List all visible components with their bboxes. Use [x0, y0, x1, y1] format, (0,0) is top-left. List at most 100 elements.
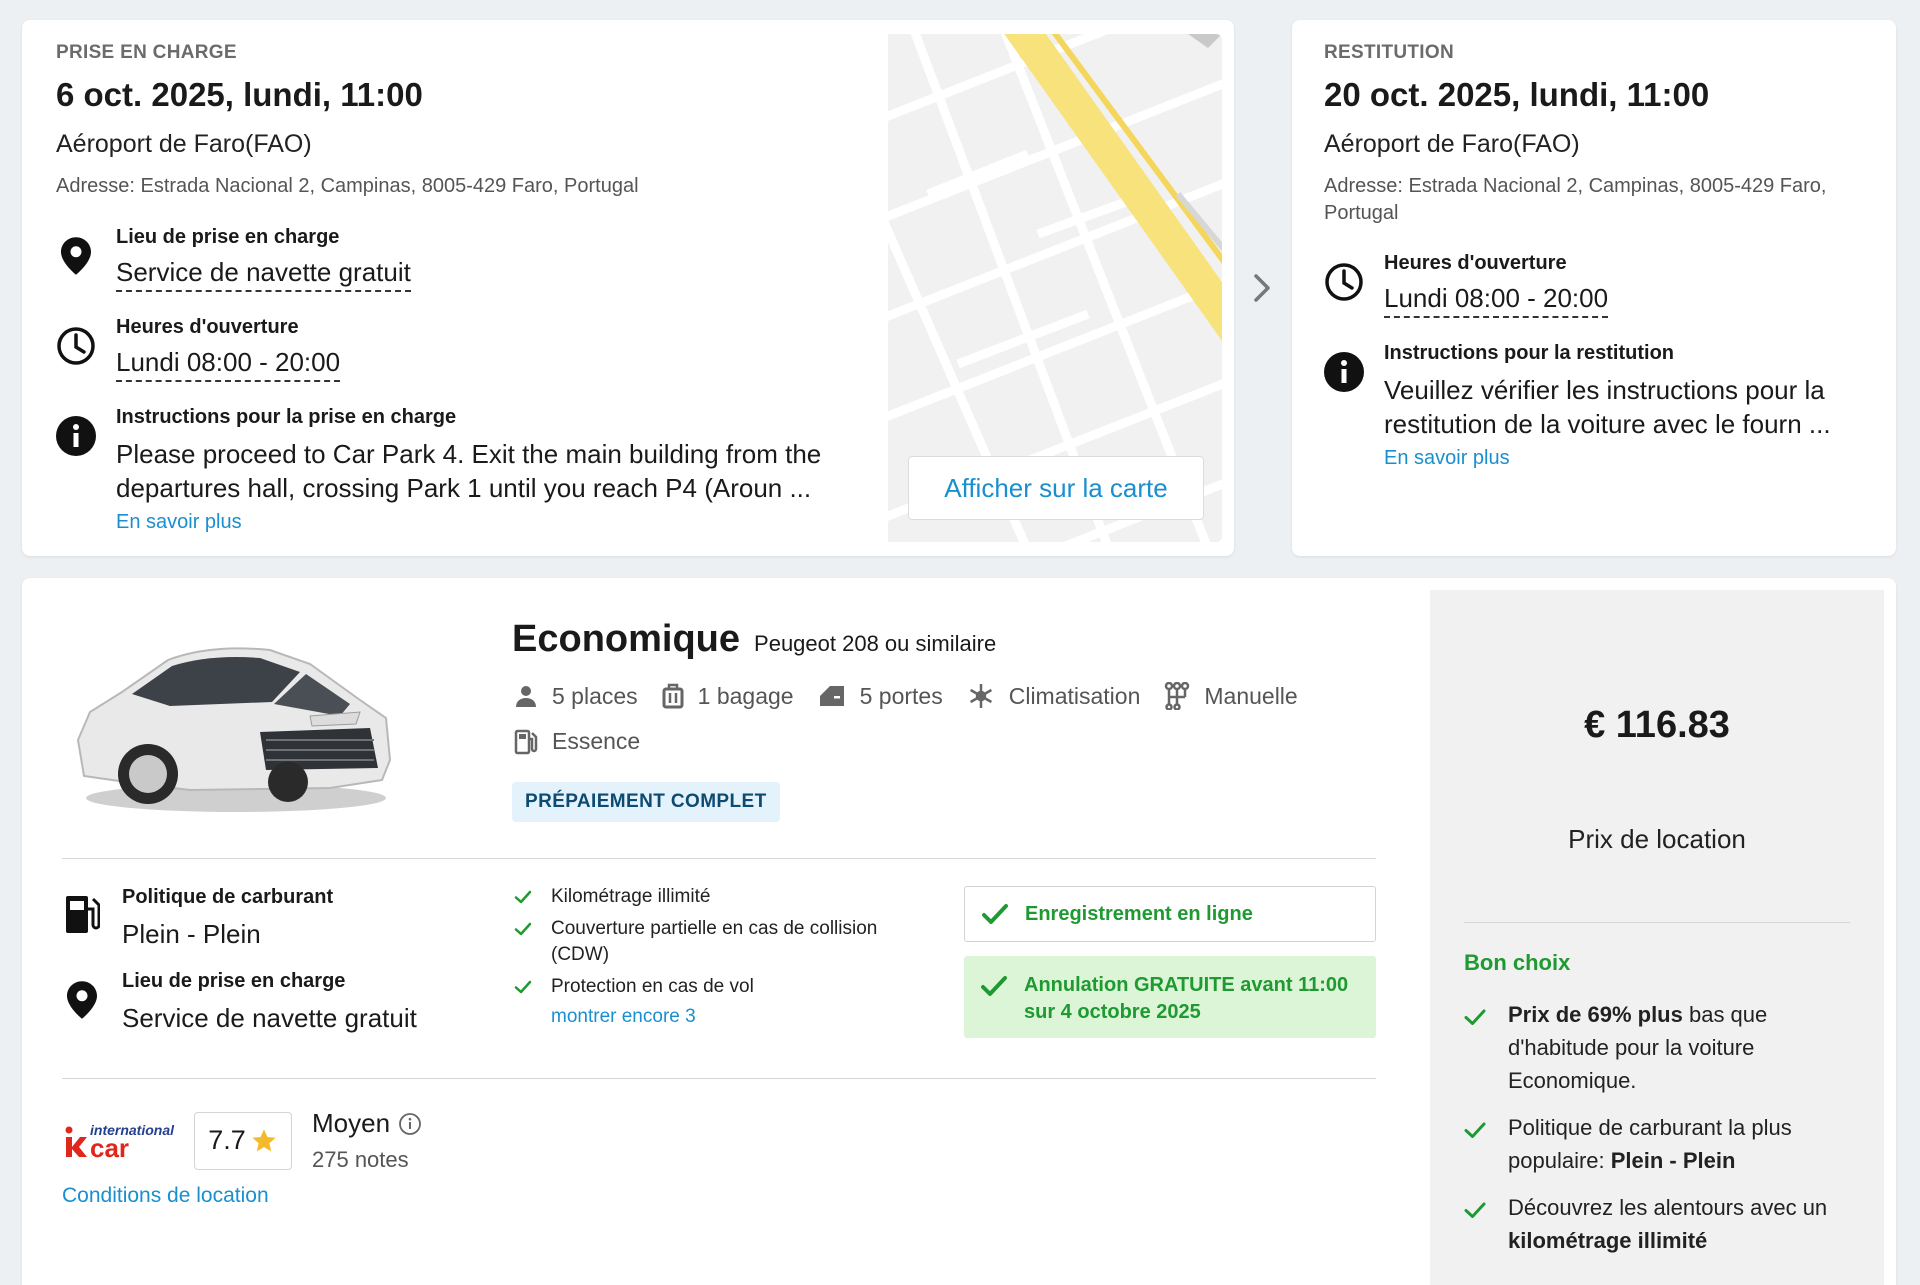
return-date: 20 oct. 2025, lundi, 11:00 [1324, 76, 1710, 113]
rating-label: Moyen [312, 1108, 391, 1138]
spec-bags: 1 bagage [662, 682, 794, 710]
pickup-instructions-line2: departures hall, crossing Park 1 until y… [116, 473, 812, 503]
bullet1-bold: Prix de 69% plus [1508, 1002, 1683, 1027]
feature-label: Kilométrage illimité [551, 886, 711, 907]
spec-doors-label: 5 portes [859, 682, 943, 709]
car-image [60, 620, 400, 820]
return-location-name: Aéroport de Faro(FAO) [1324, 130, 1580, 158]
bullet2-pre: populaire: [1508, 1148, 1611, 1173]
rating-value: 7.7 [208, 1125, 246, 1155]
pickup-card: PRISE EN CHARGE 6 oct. 2025, lundi, 11:0… [22, 20, 1234, 556]
spec-doors: 5 portes [818, 682, 943, 710]
pickup-place-row: Lieu de prise en charge Service de navet… [56, 226, 411, 292]
pickup-place-title: Lieu de prise en charge [116, 226, 340, 248]
pickup-instructions-row: Instructions pour la prise en charge Ple… [56, 406, 821, 534]
price-panel: € 116.83 Prix de location Bon choix Prix… [1430, 590, 1884, 1285]
spec-seats: 5 places [514, 682, 638, 710]
divider [1464, 922, 1850, 923]
review-count: 275 notes [312, 1147, 409, 1172]
return-more-link[interactable]: En savoir plus [1384, 447, 1831, 470]
pickup-location-name: Aéroport de Faro(FAO) [56, 130, 312, 158]
bullet3-line1: Découvrez les alentours avec un [1508, 1195, 1828, 1220]
spec-ac-label: Climatisation [1008, 682, 1141, 709]
total-price: € 116.83 [1584, 704, 1730, 746]
bullet2-line1: Politique de carburant la plus [1508, 1115, 1792, 1140]
info-icon [1324, 352, 1364, 392]
pickup-hours-title: Heures d'ouverture [116, 316, 299, 338]
check-icon [981, 976, 1007, 996]
location-pin-icon [56, 236, 96, 276]
return-instructions-row: Instructions pour la restitution Veuille… [1324, 342, 1831, 470]
good-choice-item: Découvrez les alentours avec un kilométr… [1464, 1191, 1864, 1257]
spec-bags-label: 1 bagage [697, 682, 794, 709]
return-section-label: RESTITUTION [1324, 42, 1454, 63]
free-cancellation-line2: sur 4 octobre 2025 [1024, 1001, 1201, 1023]
spec-fuel: Essence [514, 728, 640, 755]
car-door-icon [819, 686, 844, 706]
feature-label: Protection en cas de vol [551, 976, 754, 997]
check-icon [514, 922, 532, 936]
return-address-line1: Adresse: Estrada Nacional 2, Campinas, 8… [1324, 175, 1827, 197]
return-card: RESTITUTION 20 oct. 2025, lundi, 11:00 A… [1292, 20, 1896, 556]
divider [62, 858, 1376, 859]
price-label: Prix de location [1568, 824, 1746, 854]
check-icon [1464, 1202, 1486, 1218]
gear-shift-icon [1165, 682, 1190, 710]
return-instructions-line2: restitution de la voiture avec le fourn … [1384, 409, 1831, 439]
check-icon [514, 980, 532, 994]
luggage-icon [662, 683, 684, 709]
check-icon [514, 890, 532, 904]
clock-icon [1324, 262, 1364, 302]
feature-item: Kilométrage illimité [514, 884, 934, 910]
pickup-hours-value[interactable]: Lundi 08:00 - 20:00 [116, 347, 341, 382]
features-list: Kilométrage illimité Couverture partiell… [514, 884, 934, 1028]
divider [62, 1078, 1376, 1079]
car-offer-card: Economique Peugeot 208 ou similaire 5 pl… [22, 578, 1896, 1285]
feature-label: Couverture partielle en cas de collision [551, 918, 878, 939]
return-instructions-line1: Veuillez vérifier les instructions pour … [1384, 375, 1825, 405]
feature-label: (CDW) [551, 944, 610, 965]
bullet2-bold: Plein - Plein [1610, 1148, 1736, 1173]
pickup-hours-row: Heures d'ouverture Lundi 08:00 - 20:00 [56, 316, 341, 382]
bullet3-bold: kilométrage illimité [1508, 1228, 1708, 1253]
rating-box: 7.7 [194, 1111, 292, 1170]
pickup-summary-value: Service de navette gratuit [122, 1003, 417, 1033]
clock-icon [56, 326, 96, 366]
good-choice-list: Prix de 69% plus bas que d'habitude pour… [1464, 998, 1864, 1271]
pickup-section-label: PRISE EN CHARGE [56, 42, 237, 63]
show-more-features-link[interactable]: montrer encore 3 [551, 1006, 934, 1028]
rental-conditions-link[interactable]: Conditions de location [62, 1184, 269, 1208]
person-icon [516, 686, 536, 707]
car-category: Economique [512, 618, 741, 660]
bullet1-line3: Economique. [1508, 1068, 1637, 1093]
return-hours-value[interactable]: Lundi 08:00 - 20:00 [1384, 283, 1609, 318]
good-choice-title: Bon choix [1464, 950, 1571, 975]
free-cancellation-line1: Annulation GRATUITE avant 11:00 [1024, 974, 1349, 996]
car-model: Peugeot 208 ou similaire [754, 631, 997, 656]
feature-item: Protection en cas de vol [514, 974, 934, 1000]
fuel-pump-icon [62, 894, 102, 934]
check-icon [1464, 1122, 1486, 1138]
pickup-address: Adresse: Estrada Nacional 2, Campinas, 8… [56, 175, 639, 197]
spec-seats-label: 5 places [552, 682, 638, 709]
spec-ac: Climatisation [967, 682, 1141, 710]
info-circle-icon[interactable] [398, 1112, 422, 1136]
snowflake-icon [969, 684, 992, 708]
return-address-line2: Portugal [1324, 202, 1399, 224]
pickup-place-value[interactable]: Service de navette gratuit [116, 257, 411, 292]
check-icon [982, 904, 1008, 924]
free-cancellation-box: Annulation GRATUITE avant 11:00 sur 4 oc… [964, 956, 1376, 1038]
pickup-summary-title: Lieu de prise en charge [122, 970, 346, 992]
return-hours-row: Heures d'ouverture Lundi 08:00 - 20:00 [1324, 252, 1609, 318]
check-icon [1464, 1009, 1486, 1025]
supplier-logo-bottom: car [90, 1132, 130, 1163]
fuel-policy-value: Plein - Plein [122, 919, 261, 949]
chevron-right-icon [1248, 268, 1278, 308]
spec-transmission-label: Manuelle [1204, 682, 1298, 709]
pickup-more-link[interactable]: En savoir plus [116, 511, 821, 534]
good-choice-item: Prix de 69% plus bas que d'habitude pour… [1464, 998, 1864, 1097]
show-on-map-button[interactable]: Afficher sur la carte [908, 456, 1204, 520]
return-instructions-title: Instructions pour la restitution [1384, 342, 1675, 364]
return-hours-title: Heures d'ouverture [1384, 252, 1567, 274]
pickup-instructions-line1: Please proceed to Car Park 4. Exit the m… [116, 439, 822, 469]
